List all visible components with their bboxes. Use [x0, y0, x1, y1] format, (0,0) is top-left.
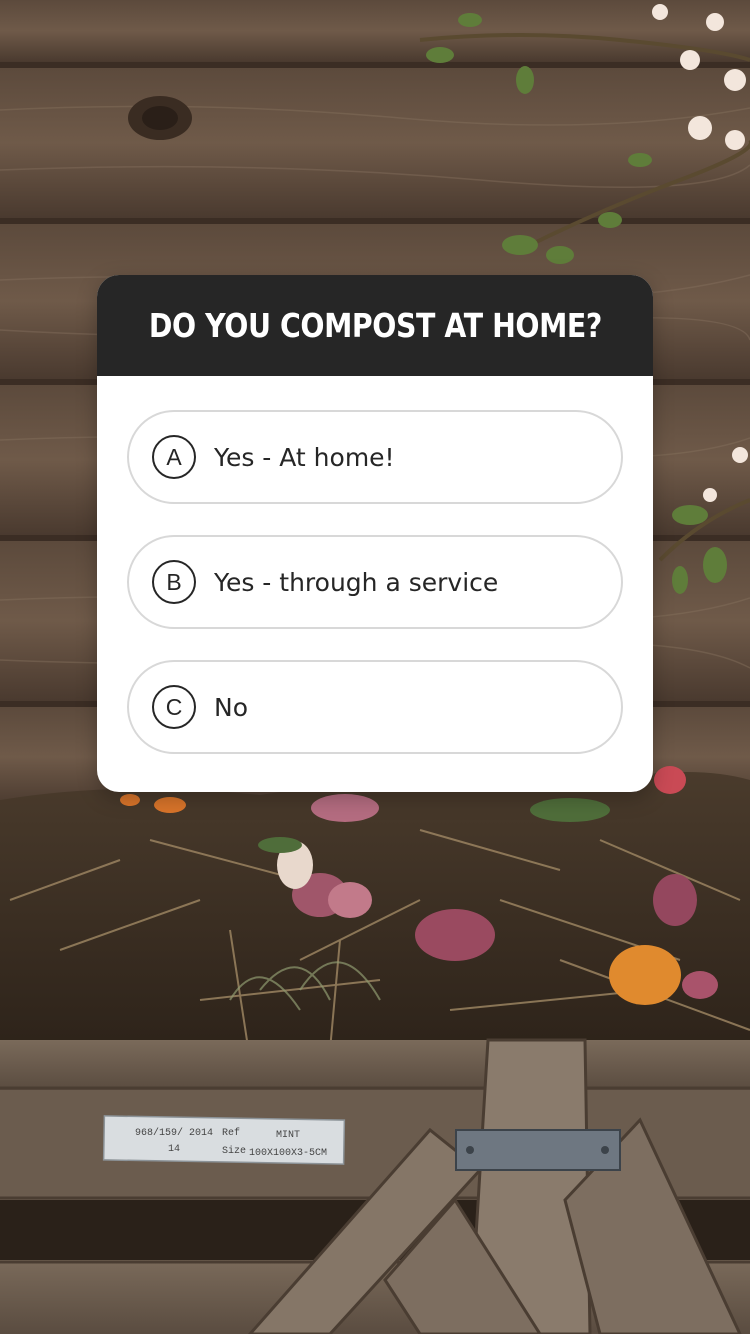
svg-text:Ref: Ref	[222, 1127, 240, 1139]
option-letter-c: C	[152, 685, 196, 729]
quiz-options: A Yes - At home! B Yes - through a servi…	[97, 376, 653, 754]
option-label-b: Yes - through a service	[214, 567, 499, 597]
pallet-tag: 968/159/ 2014 Ref MINT 14 Size 100X100X3…	[102, 1115, 346, 1165]
svg-text:100X100X3-5CM: 100X100X3-5CM	[249, 1148, 327, 1159]
option-label-c: No	[214, 692, 248, 722]
svg-text:MINT: MINT	[276, 1130, 300, 1141]
story-view: 968/159/ 2014 Ref MINT 14 Size 100X100X3…	[0, 0, 750, 1334]
svg-text:Size: Size	[222, 1145, 246, 1157]
quiz-sticker: DO YOU COMPOST AT HOME? A Yes - At home!…	[97, 275, 653, 792]
option-letter-b: B	[152, 560, 196, 604]
quiz-option-b[interactable]: B Yes - through a service	[127, 535, 623, 629]
svg-text:968/159/ 2014: 968/159/ 2014	[135, 1127, 213, 1139]
svg-text:14: 14	[168, 1144, 180, 1155]
option-label-a: Yes - At home!	[214, 442, 395, 472]
quiz-option-c[interactable]: C No	[127, 660, 623, 754]
quiz-option-a[interactable]: A Yes - At home!	[127, 410, 623, 504]
quiz-header: DO YOU COMPOST AT HOME?	[97, 275, 653, 376]
option-letter-a: A	[152, 435, 196, 479]
quiz-question: DO YOU COMPOST AT HOME?	[148, 306, 602, 345]
